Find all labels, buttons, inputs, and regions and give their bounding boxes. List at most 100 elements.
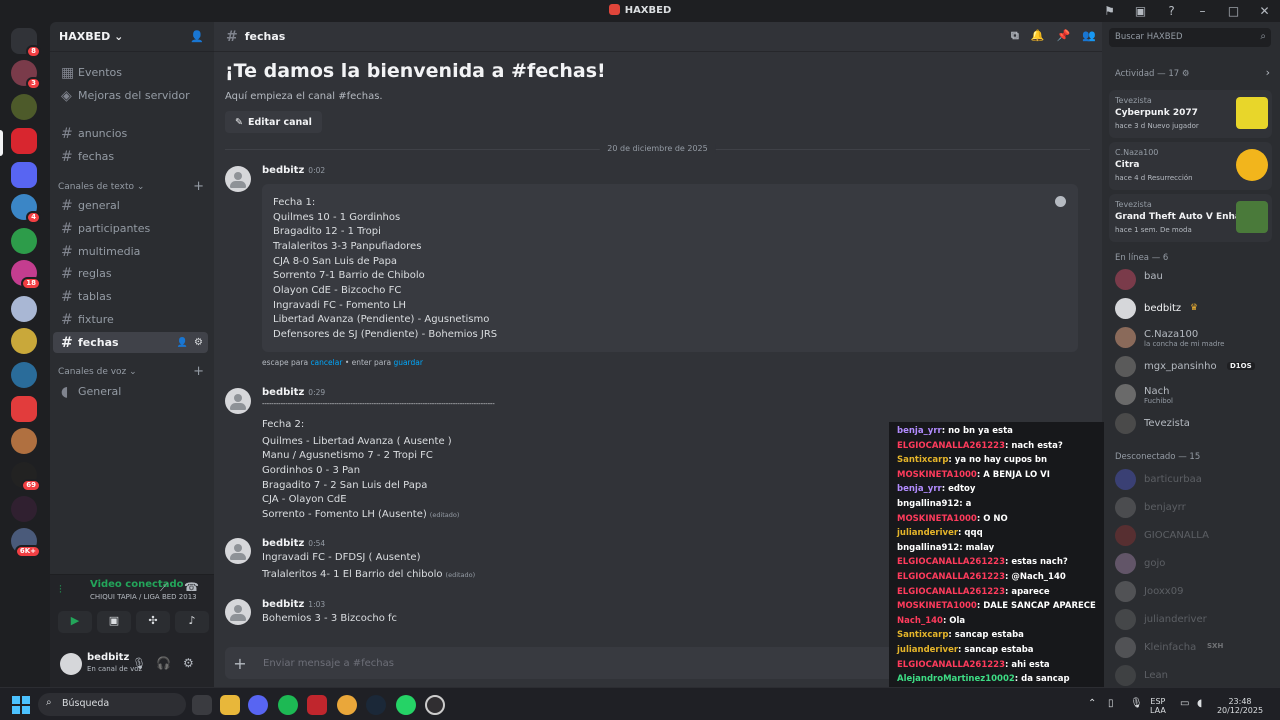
tray-chevron-icon[interactable]: ⌃ (1088, 698, 1096, 709)
server-folder-icon[interactable] (11, 162, 37, 188)
invite-people-icon[interactable]: 👤 (190, 30, 204, 43)
cancel-edit-link[interactable]: cancelar (310, 358, 342, 367)
add-channel-icon[interactable]: + (193, 179, 204, 194)
clock[interactable]: 23:48 20/12/2025 (1215, 697, 1265, 715)
server-icon[interactable]: 3 (11, 60, 41, 90)
member-row[interactable]: Tevezista (1115, 413, 1275, 435)
channel-fechas[interactable]: # fechas 👤 ⚙ (53, 332, 208, 353)
close-button[interactable]: ✕ (1249, 4, 1280, 18)
widgets-icon[interactable] (192, 695, 212, 715)
file-explorer-icon[interactable] (220, 695, 240, 715)
channel-anuncios[interactable]: # anuncios (53, 123, 208, 144)
chat-username[interactable]: benja_yrr (897, 426, 942, 436)
server-icon[interactable]: 4 (11, 194, 41, 224)
help-icon[interactable]: ? (1156, 4, 1187, 18)
discord-home-icon[interactable]: 8 (11, 28, 41, 58)
member-row[interactable]: C.Naza100 la concha de mi madre (1115, 327, 1275, 349)
voice-location[interactable]: CHIQUI TAPIA / LIGA BED 2013 (90, 593, 197, 601)
server-boosts-item[interactable]: ◈ Mejoras del servidor (53, 85, 208, 106)
chat-username[interactable]: ELGIOCANALLA261223 (897, 441, 1005, 451)
screen-share-button[interactable]: ▣ (97, 611, 131, 633)
whatsapp-icon[interactable] (396, 695, 416, 715)
emoji-picker-icon[interactable] (1055, 196, 1066, 207)
server-icon[interactable]: 69 (11, 462, 41, 492)
usb-icon[interactable]: ▯ (1108, 698, 1114, 709)
chat-username[interactable]: ELGIOCANALLA261223 (897, 660, 1005, 670)
chat-username[interactable]: benja_yrr (897, 484, 942, 494)
chat-username[interactable]: bngallina912 (897, 499, 959, 509)
chat-username[interactable]: MOSKINETA1000 (897, 601, 977, 611)
discord-icon[interactable] (248, 695, 268, 715)
language-indicator[interactable]: ESP LAA (1150, 697, 1166, 715)
channel-multimedia[interactable]: # multimedia (53, 241, 208, 262)
member-row[interactable]: GIOCANALLA (1115, 525, 1275, 547)
microphone-icon[interactable]: 🎙 (132, 657, 146, 670)
chat-username[interactable]: MOSKINETA1000 (897, 514, 977, 524)
member-row[interactable]: Kleinfacha SXH (1115, 637, 1275, 659)
start-button[interactable] (12, 696, 30, 714)
soundboard-button[interactable]: ♪ (175, 611, 209, 633)
activity-card[interactable]: C.Naza100 Citra hace 4 d Resurrección (1109, 142, 1272, 190)
volume-icon[interactable]: ◖ (1197, 698, 1202, 709)
member-row[interactable]: bedbitz ♛ (1115, 298, 1275, 320)
network-icon[interactable]: ▭ (1180, 698, 1189, 709)
server-icon[interactable] (11, 362, 37, 388)
server-icon[interactable] (11, 396, 37, 422)
screen-icon[interactable]: ▣ (1125, 4, 1156, 18)
message-author[interactable]: bedbitz 1:03 (262, 599, 325, 610)
server-icon[interactable]: 6K+ (11, 528, 41, 558)
invite-icon[interactable]: 👤 (177, 338, 188, 348)
gear-icon[interactable]: ⚙ (194, 337, 203, 348)
app-icon[interactable] (307, 695, 327, 715)
settings-gear-icon[interactable]: ⚙ (183, 656, 194, 670)
inbox-icon[interactable]: ⚑ (1094, 4, 1125, 18)
chat-username[interactable]: MOSKINETA1000 (897, 470, 977, 480)
activity-card[interactable]: Tevezista Grand Theft Auto V Enhan... ha… (1109, 194, 1272, 242)
member-row[interactable]: barticurbaa (1115, 469, 1275, 491)
server-icon[interactable] (11, 94, 37, 120)
member-row[interactable]: julianderiver (1115, 609, 1275, 631)
pin-icon[interactable]: 📌 (1057, 29, 1071, 43)
taskbar-search[interactable]: ⌕ Búsqueda (38, 693, 186, 716)
member-row[interactable]: Lean (1115, 665, 1275, 687)
disconnect-icon[interactable]: ☎ (184, 580, 199, 594)
member-row[interactable]: Jooxx09 (1115, 581, 1275, 603)
server-icon[interactable] (11, 496, 37, 522)
channel-fechas-top[interactable]: # fechas (53, 146, 208, 167)
chrome-icon[interactable] (337, 695, 357, 715)
activities-button[interactable]: ✣ (136, 611, 170, 633)
chevron-right-icon[interactable]: › (1266, 66, 1270, 79)
chat-username[interactable]: Santixcarp (897, 630, 948, 640)
spotify-icon[interactable] (278, 695, 298, 715)
channel-general[interactable]: # general (53, 195, 208, 216)
chat-username[interactable]: bngallina912 (897, 543, 959, 553)
add-channel-icon[interactable]: + (193, 364, 204, 379)
user-name[interactable]: bedbitz (87, 652, 129, 663)
server-icon[interactable] (11, 428, 37, 454)
obs-icon[interactable] (425, 695, 445, 715)
avatar[interactable] (225, 538, 251, 564)
chat-username[interactable]: julianderiver (897, 528, 958, 538)
chat-username[interactable]: Santixcarp (897, 455, 948, 465)
chat-username[interactable]: AlejandroMartinez10002 (897, 674, 1015, 684)
server-icon[interactable] (11, 228, 37, 254)
edit-channel-button[interactable]: ✎ Editar canal (225, 111, 322, 133)
member-row[interactable]: benjayrr (1115, 497, 1275, 519)
server-icon[interactable]: 18 (11, 260, 41, 290)
avatar[interactable] (225, 599, 251, 625)
server-name-header[interactable]: HAXBED ⌄ 👤 (50, 22, 214, 52)
server-icon[interactable] (11, 328, 37, 354)
camera-button[interactable]: ▶ (58, 611, 92, 633)
message-author[interactable]: bedbitz 0:02 (262, 165, 325, 176)
bell-icon[interactable]: 🔔 (1031, 29, 1045, 43)
mic-tray-icon[interactable]: 🎙 (1130, 698, 1143, 709)
avatar[interactable] (225, 388, 251, 414)
member-row[interactable]: gojo (1115, 553, 1275, 575)
threads-icon[interactable]: ⧉ (1011, 29, 1019, 43)
save-edit-link[interactable]: guardar (393, 358, 423, 367)
channel-reglas[interactable]: # reglas (53, 263, 208, 284)
member-row[interactable]: Nach Fuchibol (1115, 384, 1275, 406)
channel-tablas[interactable]: # tablas (53, 286, 208, 307)
minimize-button[interactable]: – (1187, 4, 1218, 18)
voice-channels-category[interactable]: Canales de voz ⌄ + (58, 364, 208, 379)
